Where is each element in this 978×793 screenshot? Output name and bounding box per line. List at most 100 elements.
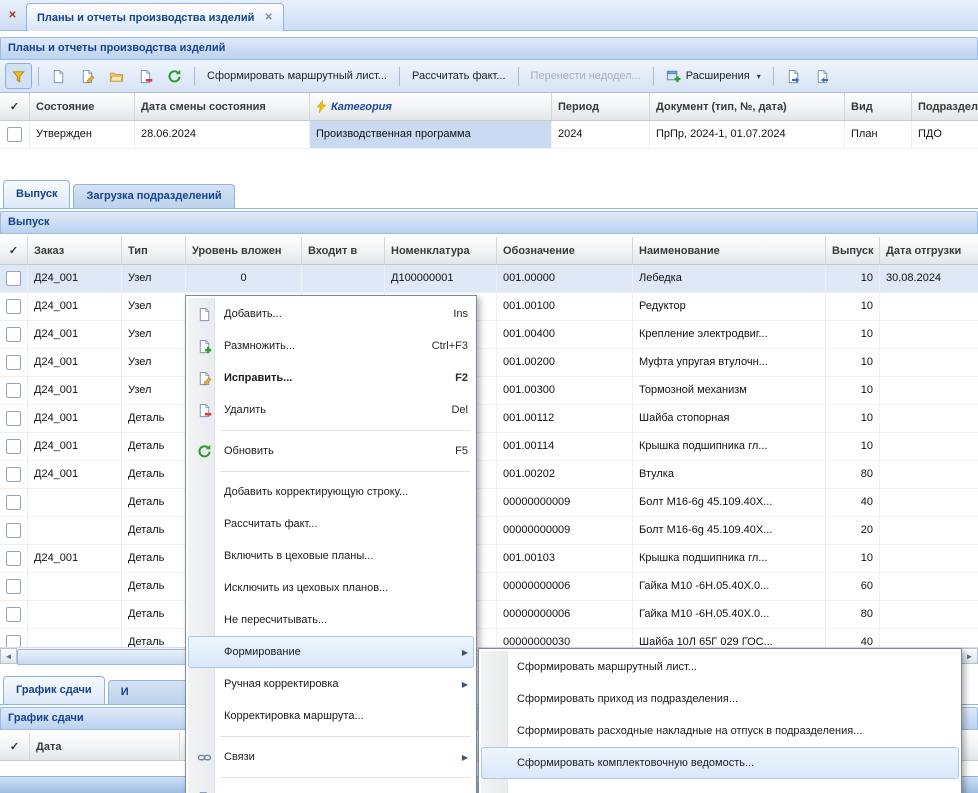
table-cell: Д24_001 [28, 377, 122, 404]
row-checkbox[interactable] [6, 299, 21, 314]
row-checkbox[interactable] [6, 327, 21, 342]
menu-item[interactable]: Исключить из цеховых планов... [188, 572, 474, 604]
tab-label: И [121, 686, 129, 698]
menu-item[interactable]: Сформировать приход из подразделения... [481, 683, 959, 715]
column-header[interactable]: Период [552, 93, 650, 120]
extensions-button[interactable]: Расширения ▾ [659, 64, 768, 88]
column-header[interactable]: Состояние [30, 93, 135, 120]
menu-item[interactable]: Добавить корректирующую строку... [188, 476, 474, 508]
column-header[interactable]: Выпуск [826, 237, 880, 264]
delete-doc-button[interactable] [132, 63, 159, 89]
table-cell: 001.00114 [497, 433, 633, 460]
table-row[interactable]: Д24_001Деталь001.00202Втулка80 [0, 461, 978, 489]
menu-item[interactable]: Добавить...Ins [188, 298, 474, 330]
table-row[interactable]: Утвержден28.06.2024Производственная прог… [0, 121, 978, 149]
row-checkbox[interactable] [6, 607, 21, 622]
column-header[interactable]: Входит в [302, 237, 385, 264]
row-checkbox[interactable] [6, 551, 21, 566]
row-checkbox[interactable] [6, 467, 21, 482]
lightning-icon [316, 100, 327, 113]
column-header[interactable]: Категория [310, 93, 552, 120]
menu-item[interactable]: УдалитьDel [188, 394, 474, 426]
menu-item[interactable]: Включить в цеховые планы... [188, 540, 474, 572]
import-button[interactable] [809, 63, 836, 89]
table-row[interactable]: Д24_001Узел001.00200Муфта упругая втулоч… [0, 349, 978, 377]
row-checkbox[interactable] [6, 271, 21, 286]
menu-item[interactable]: Рассчитать факт... [188, 508, 474, 540]
row-checkbox[interactable] [6, 439, 21, 454]
table-row[interactable]: Д24_001Узел001.00300Тормозной механизм10 [0, 377, 978, 405]
refresh-button[interactable] [161, 63, 188, 89]
menu-item[interactable] [188, 782, 474, 793]
column-header[interactable]: Дата [30, 733, 180, 760]
tab-график-сдачи[interactable]: График сдачи [3, 676, 105, 704]
toolbar-button[interactable]: Рассчитать факт... [405, 64, 513, 88]
row-checkbox[interactable] [6, 635, 21, 647]
filter-button[interactable] [5, 63, 32, 89]
menu-item[interactable]: Размножить...Ctrl+F3 [188, 330, 474, 362]
table-row[interactable]: Д24_001Узел001.00400Крепление электродви… [0, 321, 978, 349]
row-checkbox[interactable] [6, 495, 21, 510]
open-folder-icon [109, 69, 124, 84]
column-header[interactable]: Дата отгрузки [880, 237, 978, 264]
column-header[interactable]: Тип [122, 237, 186, 264]
table-row[interactable]: Д24_001Деталь001.00112Шайба стопорная10 [0, 405, 978, 433]
row-checkbox[interactable] [6, 523, 21, 538]
table-row[interactable]: Деталь00000000006Гайка М10 -6Н.05.40Х.0.… [0, 573, 978, 601]
table-row[interactable]: Деталь00000000009Болт М16-6g 45.109.40Х.… [0, 517, 978, 545]
scroll-right-button[interactable]: ► [961, 648, 978, 664]
tab-выпуск[interactable]: Выпуск [3, 180, 70, 208]
document-tab[interactable]: Планы и отчеты производства изделий ✕ [26, 3, 284, 31]
menu-item[interactable]: Сформировать расходные накладные на отпу… [481, 715, 959, 747]
menu-item-label: Исключить из цеховых планов... [224, 582, 468, 594]
open-folder-button[interactable] [103, 63, 130, 89]
menu-item[interactable]: Исправить...F2 [188, 362, 474, 394]
tab-close-icon[interactable]: ✕ [264, 12, 272, 23]
column-header[interactable]: Вид [845, 93, 912, 120]
row-checkbox[interactable] [6, 383, 21, 398]
table-row[interactable]: Д24_001Узел001.00100Редуктор10 [0, 293, 978, 321]
select-all-column-header[interactable]: ✓ [0, 733, 30, 760]
column-header-label: Выпуск [832, 245, 873, 257]
menu-item[interactable]: Корректировка маршрута... [188, 700, 474, 732]
table-cell [880, 321, 978, 348]
menu-item-shortcut: Del [451, 404, 468, 416]
column-header[interactable]: Номенклатура [385, 237, 497, 264]
table-cell: 80 [826, 601, 880, 628]
menu-item[interactable]: Формирование▶ [188, 636, 474, 668]
table-row[interactable]: Д24_001Деталь001.00103Крышка подшипника … [0, 545, 978, 573]
select-all-column-header[interactable]: ✓ [0, 237, 28, 264]
menu-item[interactable]: ОбновитьF5 [188, 435, 474, 467]
menu-item[interactable]: Ручная корректировка▶ [188, 668, 474, 700]
menu-item[interactable]: Не пересчитывать... [188, 604, 474, 636]
table-row[interactable]: Д24_001Деталь001.00114Крышка подшипника … [0, 433, 978, 461]
toolbar-button[interactable]: Сформировать маршрутный лист... [200, 64, 394, 88]
menu-item[interactable]: Сформировать комплектовочную ведомость..… [481, 747, 959, 779]
column-header[interactable]: Документ (тип, №, дата) [650, 93, 845, 120]
table-row[interactable]: Деталь00000000006Гайка М10 -6Н.05.40Х.0.… [0, 601, 978, 629]
export-button[interactable] [780, 63, 807, 89]
row-checkbox[interactable] [6, 411, 21, 426]
new-doc-button[interactable] [45, 63, 72, 89]
select-all-column-header[interactable]: ✓ [0, 93, 30, 120]
menu-item[interactable]: Сформировать маршрутный лист... [481, 651, 959, 683]
row-checkbox[interactable] [6, 579, 21, 594]
menu-item[interactable]: Связи▶ [188, 741, 474, 773]
tab-загрузка-подразделений[interactable]: Загрузка подразделений [73, 184, 234, 208]
refresh-icon [192, 443, 216, 459]
column-header[interactable]: Подразделение [912, 93, 978, 120]
column-header[interactable]: Заказ [28, 237, 122, 264]
edit-doc-button[interactable] [74, 63, 101, 89]
column-header[interactable]: Наименование [633, 237, 826, 264]
table-row[interactable]: Деталь00000000009Болт М16-6g 45.109.40Х.… [0, 489, 978, 517]
row-checkbox[interactable] [7, 127, 22, 142]
scroll-left-button[interactable]: ◄ [0, 648, 17, 664]
column-header[interactable]: Обозначение [497, 237, 633, 264]
column-header[interactable]: Дата смены состояния [135, 93, 310, 120]
table-row[interactable]: Деталь00000000030Шайба 10Л 65Г 029 ГОС..… [0, 629, 978, 647]
column-header[interactable]: Уровень вложен [186, 237, 302, 264]
table-row[interactable]: Д24_001Узел0Д100000001001.00000Лебедка10… [0, 265, 978, 293]
close-tab-button[interactable]: ✕ [5, 8, 20, 23]
tab-и[interactable]: И [108, 680, 188, 704]
row-checkbox[interactable] [6, 355, 21, 370]
